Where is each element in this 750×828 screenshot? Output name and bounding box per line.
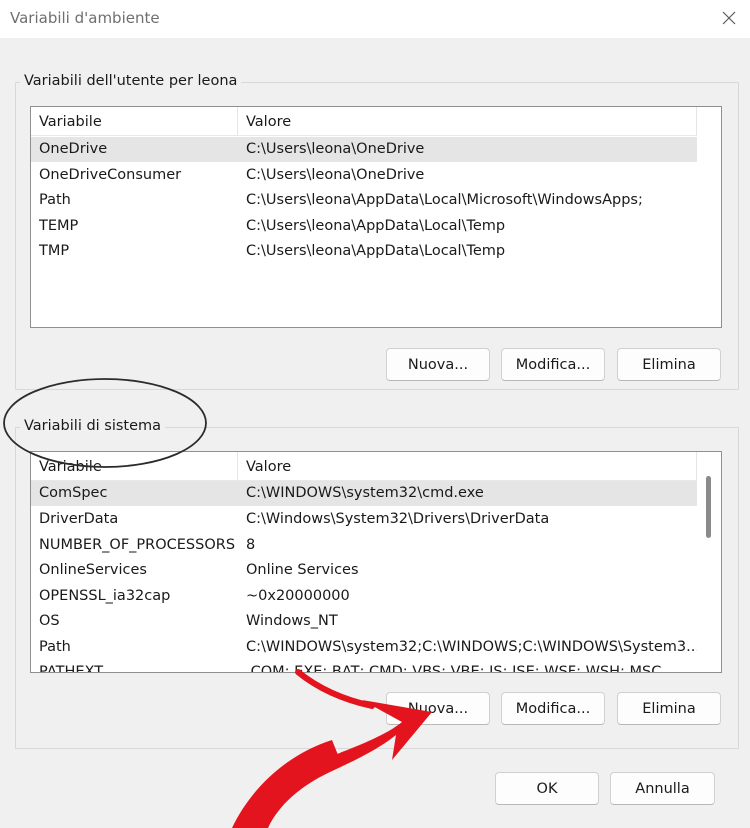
variable-name: OPENSSL_ia32cap: [39, 588, 171, 604]
variable-value: 8: [246, 537, 256, 553]
variable-value: C:\Users\leona\OneDrive: [246, 167, 425, 183]
user-edit-button[interactable]: Modifica...: [501, 348, 605, 381]
user-variable-row[interactable]: OneDrive C:\Users\leona\OneDrive: [31, 137, 697, 162]
ok-button[interactable]: OK: [495, 772, 599, 805]
variable-value: C:\Users\leona\OneDrive: [246, 141, 425, 157]
variable-value: ~0x20000000: [246, 588, 350, 604]
system-variables-list[interactable]: Variabile Valore ComSpec C:\WINDOWS\syst…: [30, 451, 722, 673]
window-title: Variabili d'ambiente: [10, 9, 160, 27]
user-new-button[interactable]: Nuova...: [386, 348, 490, 381]
column-header-variable[interactable]: Variabile: [31, 107, 238, 135]
column-header-variable[interactable]: Variabile: [31, 452, 238, 480]
system-variable-row[interactable]: PATHEXT .COM;.EXE;.BAT;.CMD;.VBS;.VBE;.J…: [31, 660, 697, 673]
variable-name: ComSpec: [39, 485, 108, 501]
variable-value: .COM;.EXE;.BAT;.CMD;.VBS;.VBE;.JS;.JSE;.…: [246, 664, 662, 673]
cancel-button[interactable]: Annulla: [610, 772, 715, 805]
system-variable-row[interactable]: OnlineServices Online Services: [31, 558, 697, 583]
variable-name: Path: [39, 192, 71, 208]
variable-name: OneDrive: [39, 141, 108, 157]
system-variables-group-label: Variabili di sistema: [20, 418, 166, 434]
variable-name: PATHEXT: [39, 664, 104, 673]
variable-value: C:\Windows\System32\Drivers\DriverData: [246, 511, 550, 527]
system-edit-button[interactable]: Modifica...: [501, 692, 605, 725]
system-list-scrollbar[interactable]: [698, 452, 720, 672]
variable-value: Windows_NT: [246, 613, 338, 629]
close-icon: [722, 11, 736, 25]
variable-value: C:\WINDOWS\system32;C:\WINDOWS;C:\WINDOW…: [246, 639, 697, 655]
user-variable-row[interactable]: TEMP C:\Users\leona\AppData\Local\Temp: [31, 214, 697, 239]
variable-value: C:\Users\leona\AppData\Local\Temp: [246, 218, 506, 234]
variable-name: NUMBER_OF_PROCESSORS: [39, 537, 236, 553]
variable-name: TEMP: [39, 218, 79, 234]
close-button[interactable]: [714, 4, 744, 32]
system-variable-row[interactable]: DriverData C:\Windows\System32\Drivers\D…: [31, 507, 697, 532]
system-new-button[interactable]: Nuova...: [386, 692, 490, 725]
system-variable-row[interactable]: Path C:\WINDOWS\system32;C:\WINDOWS;C:\W…: [31, 635, 697, 660]
variable-value: C:\WINDOWS\system32\cmd.exe: [246, 485, 484, 501]
system-variable-row[interactable]: OS Windows_NT: [31, 609, 697, 634]
system-variable-row[interactable]: ComSpec C:\WINDOWS\system32\cmd.exe: [31, 481, 697, 506]
user-variables-header: Variabile Valore: [31, 107, 697, 136]
variable-name: Path: [39, 639, 71, 655]
variable-value: C:\Users\leona\AppData\Local\Microsoft\W…: [246, 192, 643, 208]
variable-value: Online Services: [246, 562, 359, 578]
system-variable-row[interactable]: OPENSSL_ia32cap ~0x20000000: [31, 584, 697, 609]
system-variable-row[interactable]: NUMBER_OF_PROCESSORS 8: [31, 533, 697, 558]
variable-value: C:\Users\leona\AppData\Local\Temp: [246, 243, 506, 259]
user-variable-row[interactable]: OneDriveConsumer C:\Users\leona\OneDrive: [31, 163, 697, 188]
system-variables-header: Variabile Valore: [31, 452, 697, 481]
user-variable-row[interactable]: Path C:\Users\leona\AppData\Local\Micros…: [31, 188, 697, 213]
system-delete-button[interactable]: Elimina: [617, 692, 721, 725]
variable-name: TMP: [39, 243, 70, 259]
variable-name: OnlineServices: [39, 562, 147, 578]
variable-name: OS: [39, 613, 60, 629]
user-variable-row[interactable]: TMP C:\Users\leona\AppData\Local\Temp: [31, 239, 697, 264]
user-variables-list[interactable]: Variabile Valore OneDrive C:\Users\leona…: [30, 106, 722, 328]
column-header-value[interactable]: Valore: [238, 107, 697, 135]
user-delete-button[interactable]: Elimina: [617, 348, 721, 381]
column-header-value[interactable]: Valore: [238, 452, 697, 480]
user-variables-group-label: Variabili dell'utente per leona: [20, 73, 242, 89]
variable-name: OneDriveConsumer: [39, 167, 182, 183]
title-bar: Variabili d'ambiente: [0, 0, 750, 38]
variable-name: DriverData: [39, 511, 119, 527]
scrollbar-thumb[interactable]: [706, 476, 711, 538]
